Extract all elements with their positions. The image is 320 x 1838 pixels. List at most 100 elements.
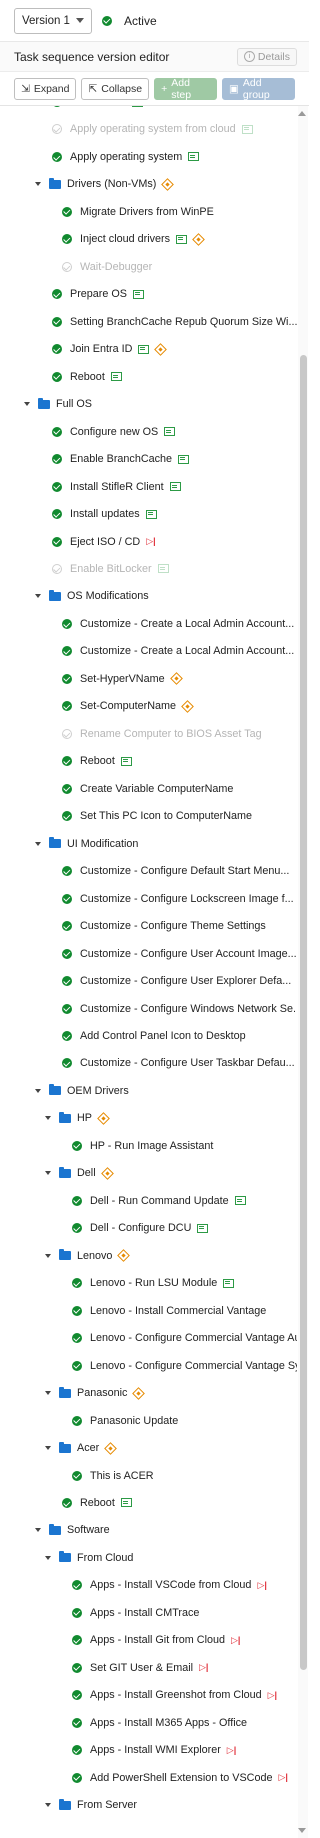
- tree-step-row[interactable]: Reboot: [52, 368, 122, 386]
- tree-group-row[interactable]: HP: [43, 1109, 110, 1127]
- tree-step-row[interactable]: Join Entra ID: [52, 340, 168, 358]
- collapse-button[interactable]: ⇱ Collapse: [81, 77, 150, 100]
- check-circle-icon: [72, 1635, 82, 1646]
- tree-step-row[interactable]: Customize - Configure Windows Network Se…: [62, 1000, 297, 1018]
- check-circle-icon: [62, 1497, 72, 1508]
- tree-step-row[interactable]: Apps - Install Git from Cloud ▷|: [72, 1631, 240, 1649]
- scrollbar-thumb[interactable]: [300, 355, 307, 1670]
- check-circle-icon: [72, 1305, 82, 1316]
- tree-step-row[interactable]: Set This PC Icon to ComputerName: [62, 807, 252, 825]
- tree-step-row[interactable]: HP - Run Image Assistant: [72, 1137, 213, 1155]
- tree-group-row[interactable]: From Cloud: [43, 1549, 133, 1567]
- tree-step-row[interactable]: Customize - Configure User Taskbar Defau…: [62, 1054, 297, 1072]
- chevron-down-icon[interactable]: [43, 1251, 53, 1261]
- tree-step-row[interactable]: Customize - Configure User Account Image…: [62, 945, 297, 963]
- tree-step-row[interactable]: Wait-Debugger: [62, 258, 152, 276]
- tree-step-row[interactable]: Apply operating system from cloud: [52, 120, 253, 138]
- tree-step-row[interactable]: Customize - Configure Default Start Menu…: [62, 862, 289, 880]
- check-circle-icon: [62, 948, 72, 959]
- tree-step-row[interactable]: Panasonic Update: [72, 1412, 178, 1430]
- tree-step-row[interactable]: Set GIT User & Email ▷|: [72, 1659, 208, 1677]
- tree-step-row[interactable]: Dell - Configure DCU: [72, 1219, 209, 1237]
- tree-step-row[interactable]: Format disk: [52, 106, 144, 111]
- tree-step-row[interactable]: Reboot: [62, 1494, 132, 1512]
- chevron-down-icon[interactable]: [43, 1800, 53, 1810]
- tree-group-row[interactable]: OEM Drivers: [33, 1082, 129, 1100]
- tree-step-row[interactable]: Enable BranchCache: [52, 450, 190, 468]
- scroll-down-icon[interactable]: [298, 1828, 306, 1833]
- details-button[interactable]: i Details: [236, 47, 297, 66]
- tree-step-row[interactable]: Apps - Install WMI Explorer ▷|: [72, 1741, 236, 1759]
- page-title: Task sequence version editor: [14, 49, 170, 64]
- tree-step-row[interactable]: Customize - Create a Local Admin Account…: [62, 615, 294, 633]
- tree-step-row[interactable]: Add Control Panel Icon to Desktop: [62, 1027, 246, 1045]
- tree-step-row[interactable]: Setting BranchCache Repub Quorum Size Wi…: [52, 313, 297, 331]
- continue-on-error-icon: ▷|: [231, 1634, 241, 1645]
- tree-group-row[interactable]: UI Modification: [33, 835, 138, 853]
- tree-group-row[interactable]: Panasonic: [43, 1384, 146, 1402]
- tree-group-row[interactable]: OS Modifications: [33, 587, 149, 605]
- tree-step-row[interactable]: Apps - Install CMTrace: [72, 1604, 199, 1622]
- tree-step-row[interactable]: Install StifleR Client: [52, 478, 181, 496]
- tree-step-row[interactable]: Lenovo - Configure Commercial Vantage Au: [72, 1329, 297, 1347]
- tree-step-row[interactable]: Enable BitLocker: [52, 560, 169, 578]
- chevron-down-icon[interactable]: [33, 179, 43, 189]
- tree-group-row[interactable]: Dell: [43, 1164, 114, 1182]
- tree-step-row[interactable]: Apps - Install M365 Apps - Office: [72, 1714, 247, 1732]
- chevron-down-icon[interactable]: [43, 1113, 53, 1123]
- tree-step-row[interactable]: Lenovo - Run LSU Module: [72, 1274, 235, 1292]
- tree-step-row[interactable]: Customize - Configure User Explorer Defa…: [62, 972, 297, 990]
- tree-step-row[interactable]: Customize - Configure Lockscreen Image f…: [62, 890, 294, 908]
- chevron-down-icon[interactable]: [43, 1443, 53, 1453]
- tree-step-row[interactable]: Customize - Configure Theme Settings: [62, 917, 266, 935]
- tree-step-row[interactable]: Lenovo - Install Commercial Vantage: [72, 1302, 266, 1320]
- tree-step-row[interactable]: Reboot: [62, 752, 132, 770]
- tree-step-row[interactable]: Eject ISO / CD ▷|: [52, 533, 156, 551]
- check-circle-icon: [62, 866, 72, 877]
- step-label: Reboot: [80, 1496, 115, 1509]
- scroll-up-icon[interactable]: [298, 111, 306, 116]
- tree-step-row[interactable]: Install updates: [52, 505, 157, 523]
- chevron-down-icon[interactable]: [43, 1553, 53, 1563]
- condition-icon: [104, 1441, 118, 1455]
- tree-group-row[interactable]: From Server: [43, 1796, 137, 1814]
- check-circle-icon: [52, 509, 62, 520]
- add-step-button[interactable]: + Add step: [154, 77, 217, 101]
- tree-step-row[interactable]: Apps - Install Greenshot from Cloud ▷|: [72, 1686, 277, 1704]
- chevron-down-icon[interactable]: [43, 1168, 53, 1178]
- tree-group-row[interactable]: Acer: [43, 1439, 118, 1457]
- check-circle-icon: [62, 893, 72, 904]
- tree-step-row[interactable]: Prepare OS: [52, 285, 145, 303]
- version-select[interactable]: Version 1: [14, 7, 92, 34]
- tree-step-row[interactable]: Lenovo - Configure Commercial Vantage Sy: [72, 1357, 297, 1375]
- tree-step-row[interactable]: This is ACER: [72, 1467, 154, 1485]
- tree-group-row[interactable]: Drivers (Non-VMs): [33, 175, 175, 193]
- tree-step-row[interactable]: Apps - Install VSCode from Cloud ▷|: [72, 1576, 267, 1594]
- chevron-down-icon[interactable]: [43, 1388, 53, 1398]
- chevron-down-icon[interactable]: [33, 591, 43, 601]
- check-circle-icon: [62, 1030, 72, 1041]
- chevron-down-icon[interactable]: [33, 839, 43, 849]
- tree-step-row[interactable]: Add PowerShell Extension to VSCode ▷|: [72, 1769, 288, 1787]
- chevron-down-icon[interactable]: [33, 1525, 43, 1535]
- tree-step-row[interactable]: Apply operating system: [52, 148, 200, 166]
- add-group-button[interactable]: ▣ Add group: [221, 77, 295, 101]
- tree-step-row[interactable]: Customize - Create a Local Admin Account…: [62, 642, 294, 660]
- tree-group-row[interactable]: Software: [33, 1521, 110, 1539]
- tree-step-row[interactable]: Dell - Run Command Update: [72, 1192, 246, 1210]
- expand-button[interactable]: ⇲ Expand: [14, 77, 77, 100]
- tree-step-row[interactable]: Configure new OS: [52, 423, 176, 441]
- chevron-down-icon[interactable]: [33, 1086, 43, 1096]
- tree-group-row[interactable]: Lenovo: [43, 1247, 131, 1265]
- tree-step-row[interactable]: Inject cloud drivers: [62, 230, 205, 248]
- tree-step-row[interactable]: Create Variable ComputerName: [62, 780, 233, 798]
- tree-step-row[interactable]: Set-HyperVName: [62, 670, 183, 688]
- tree-step-row[interactable]: Migrate Drivers from WinPE: [62, 203, 214, 221]
- tree-step-row[interactable]: Set-ComputerName: [62, 697, 194, 715]
- script-icon: [110, 372, 122, 382]
- chevron-down-icon[interactable]: [22, 399, 32, 409]
- tree-group-row[interactable]: Full OS: [22, 395, 92, 413]
- tree-step-row[interactable]: Rename Computer to BIOS Asset Tag: [62, 725, 262, 743]
- step-label: Set GIT User & Email: [90, 1661, 193, 1674]
- check-circle-icon: [62, 673, 72, 684]
